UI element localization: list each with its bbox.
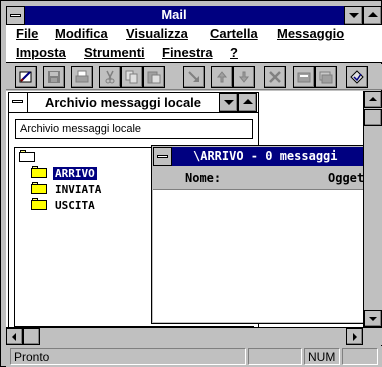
folder-maximize-button[interactable] — [238, 93, 257, 112]
tree-item-label: ARRIVO — [53, 167, 97, 180]
tree-item-label: USCITA — [55, 199, 95, 212]
paste-button[interactable] — [143, 66, 165, 88]
menu-help[interactable]: ? — [230, 45, 238, 60]
menu-modifica[interactable]: Modifica — [55, 26, 108, 41]
scroll-left-button[interactable] — [6, 328, 23, 345]
column-header-oggetto[interactable]: Oggetto: — [328, 171, 365, 185]
properties-icon — [350, 70, 364, 84]
previous-button[interactable] — [211, 66, 233, 88]
paste-icon — [147, 71, 161, 84]
scroll-thumb[interactable] — [364, 109, 382, 126]
system-menu-icon — [157, 155, 168, 158]
cut-button[interactable] — [99, 66, 121, 88]
tree-item-label: INVIATA — [55, 183, 102, 196]
vertical-scrollbar[interactable] — [363, 91, 382, 327]
status-bar: Pronto NUM — [6, 346, 382, 367]
message-window-title-bar[interactable]: \ARRIVO - 0 messaggi — [153, 147, 365, 166]
maximize-icon — [243, 99, 253, 104]
minimize-icon — [224, 100, 234, 105]
print-icon — [75, 70, 89, 83]
minimize-button[interactable] — [344, 6, 363, 25]
message-list-header: Nome: Oggetto: — [153, 166, 365, 190]
mail-window: Mail File Modifica Visualizza Cartella M… — [0, 0, 382, 367]
menu-bar: File Modifica Visualizza Cartella Messag… — [6, 25, 382, 63]
maximize-icon — [368, 12, 378, 17]
scroll-right-button[interactable] — [346, 328, 363, 345]
open-folder-icon — [31, 166, 47, 178]
copy-icon — [125, 70, 138, 84]
toolbar — [6, 64, 382, 90]
status-text: Pronto — [10, 348, 246, 365]
save-icon — [48, 71, 60, 83]
mdi-client-area: Archivio messaggi locale Archivio messag… — [6, 91, 382, 345]
arrow-up-icon — [369, 97, 377, 101]
next-icon — [238, 71, 250, 83]
next-button[interactable] — [233, 66, 255, 88]
menu-file[interactable]: File — [16, 26, 38, 41]
title-bar[interactable]: Mail — [6, 6, 382, 25]
folder-window-title: Archivio messaggi locale — [44, 95, 202, 110]
compose-button[interactable] — [15, 66, 37, 88]
minimize-icon — [349, 13, 359, 18]
previous-icon — [216, 71, 228, 83]
menu-imposta[interactable]: Imposta — [16, 45, 66, 60]
arrow-down-icon — [369, 317, 377, 321]
arrow-right-icon — [353, 333, 357, 341]
status-panel-empty-2 — [342, 348, 378, 365]
status-num: NUM — [304, 348, 340, 365]
move-button[interactable] — [183, 66, 205, 88]
folder-window-title-bar[interactable]: Archivio messaggi locale — [9, 93, 258, 113]
message-system-menu-button[interactable] — [153, 147, 172, 166]
message-list[interactable] — [153, 191, 365, 322]
horizontal-scroll-thumb[interactable] — [23, 328, 40, 345]
folder-path-field[interactable]: Archivio messaggi locale — [15, 119, 253, 139]
cut-icon — [105, 70, 115, 84]
delete-icon — [269, 71, 281, 83]
menu-strumenti[interactable]: Strumenti — [84, 45, 145, 60]
folder-icon — [31, 182, 47, 194]
scrollbar-corner — [363, 328, 382, 345]
copy-button[interactable] — [121, 66, 143, 88]
print-button[interactable] — [71, 66, 93, 88]
horizontal-scrollbar[interactable] — [6, 327, 382, 345]
menu-messaggio[interactable]: Messaggio — [277, 26, 344, 41]
open-folder-button[interactable] — [293, 66, 315, 88]
folders-icon — [319, 71, 333, 84]
move-icon — [188, 71, 199, 82]
compose-icon — [19, 71, 32, 83]
maximize-button[interactable] — [363, 6, 382, 25]
delete-button[interactable] — [264, 66, 286, 88]
menu-finestra[interactable]: Finestra — [162, 45, 213, 60]
menu-cartella[interactable]: Cartella — [210, 26, 258, 41]
properties-button[interactable] — [346, 66, 368, 88]
open-folder-icon — [297, 72, 311, 83]
message-window-title: \ARRIVO - 0 messaggi — [193, 149, 338, 163]
folders-button[interactable] — [315, 66, 337, 88]
folder-icon — [31, 198, 47, 210]
status-panel-empty — [248, 348, 302, 365]
folder-system-menu-button[interactable] — [9, 93, 28, 112]
column-header-nome[interactable]: Nome: — [185, 171, 221, 185]
message-list-window: \ARRIVO - 0 messaggi Nome: Oggetto: — [151, 145, 367, 324]
arrow-left-icon — [12, 333, 16, 341]
window-title: Mail — [161, 7, 187, 22]
scroll-down-button[interactable] — [364, 310, 382, 327]
scroll-up-button[interactable] — [364, 91, 382, 108]
menu-visualizza[interactable]: Visualizza — [126, 26, 188, 41]
tree-item-arrivo[interactable]: ARRIVO — [31, 166, 161, 182]
system-menu-icon — [12, 100, 23, 103]
save-button[interactable] — [43, 66, 65, 88]
folder-minimize-button[interactable] — [219, 93, 238, 112]
folder-icon — [19, 150, 35, 162]
